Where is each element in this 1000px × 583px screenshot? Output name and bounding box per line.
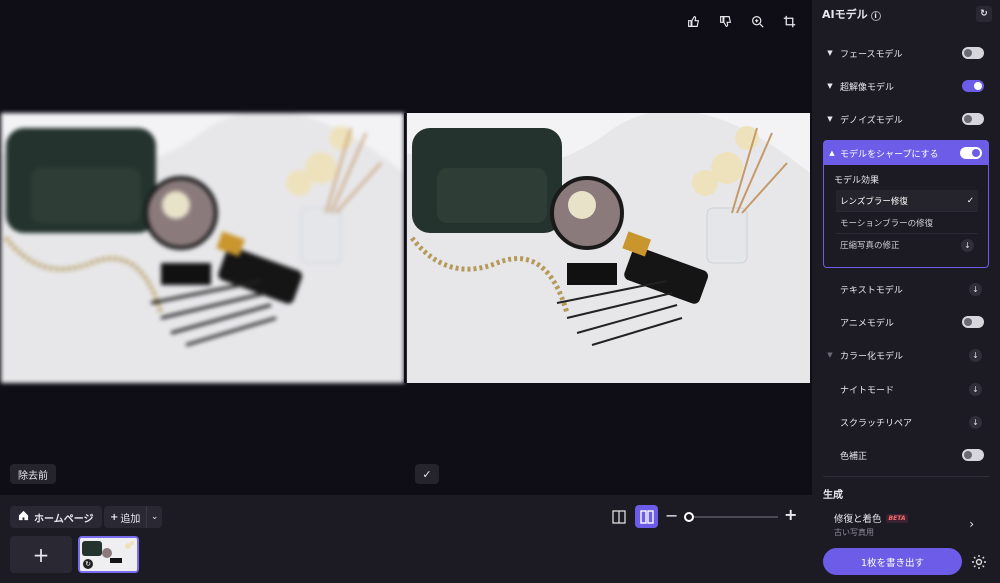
checkmark-icon: ✓	[966, 195, 974, 206]
model-row-color-correct[interactable]: 色補正	[812, 441, 1000, 469]
download-icon[interactable]: ↓	[969, 415, 982, 429]
add-main[interactable]: + 追加	[104, 506, 148, 528]
model-label: スクラッチリペア	[840, 418, 913, 429]
restore-colorize-subtitle: 古い写真用	[834, 528, 874, 537]
beta-badge: BETA	[885, 513, 909, 523]
caret-up-icon: ▲	[829, 149, 835, 157]
zoom-slider-handle[interactable]	[684, 512, 694, 522]
caret-down-icon: ▼	[827, 49, 833, 57]
model-label: ナイトモード	[840, 385, 895, 396]
generate-section-title: 生成	[823, 490, 843, 501]
compare-divider[interactable]	[404, 113, 406, 383]
reset-icon[interactable]: ↻	[976, 6, 992, 22]
panel-title: AIモデル	[822, 8, 868, 21]
model-label: カラー化モデル	[840, 351, 904, 362]
panel-header: AIモデル i ↻	[822, 4, 992, 24]
divider	[823, 476, 989, 477]
option-motion-blur[interactable]: モーションブラーの修復	[836, 212, 978, 234]
download-icon[interactable]: ↓	[969, 382, 982, 396]
model-label: フェースモデル	[840, 49, 903, 60]
add-label: 追加	[120, 513, 141, 525]
zoom-out-icon[interactable]: −	[665, 507, 678, 525]
model-label: デノイズモデル	[840, 115, 903, 126]
processing-icon: ↻	[83, 559, 93, 569]
export-button[interactable]: 1枚を書き出す	[823, 548, 962, 575]
add-button[interactable]: + 追加 ⌄	[104, 506, 162, 528]
home-icon	[18, 510, 29, 524]
home-button[interactable]: ホームページ	[10, 506, 102, 528]
option-label: 圧縮写真の修正	[840, 241, 900, 251]
add-image-tile[interactable]: +	[10, 536, 72, 573]
option-label: モーションブラーの修復	[840, 218, 934, 229]
after-image	[407, 113, 810, 383]
download-icon[interactable]: ↓	[969, 348, 982, 362]
bottom-bar: ホームページ + 追加 ⌄ + ↻ − +	[0, 495, 812, 583]
model-label: モデルをシャープにする	[840, 149, 939, 160]
chevron-down-icon[interactable]: ⌄	[147, 512, 162, 522]
model-row-anime[interactable]: アニメモデル	[812, 308, 1000, 336]
option-label: レンズブラー修復	[840, 196, 908, 207]
thumbs-down-icon[interactable]	[714, 10, 736, 32]
sharpen-model-header[interactable]: ▲ モデルをシャープにする	[824, 141, 988, 165]
preview-toolbar	[682, 10, 800, 32]
model-row-superres[interactable]: ▼ 超解像モデル	[812, 72, 1000, 100]
model-row-night[interactable]: ナイトモード ↓	[812, 375, 1000, 403]
denoise-model-toggle[interactable]	[962, 113, 984, 125]
sharpen-model-toggle[interactable]	[960, 147, 982, 159]
zoom-slider[interactable]	[688, 516, 778, 518]
before-image	[1, 113, 404, 383]
split-view-icon[interactable]	[635, 505, 658, 528]
model-label: アニメモデル	[840, 318, 894, 329]
color-correct-toggle[interactable]	[962, 449, 984, 461]
plus-icon: +	[32, 542, 50, 567]
model-effect-label: モデル効果	[834, 176, 880, 186]
superres-model-toggle[interactable]	[962, 80, 984, 92]
restore-colorize-item[interactable]: 修復と着色 BETA 古い写真用 ›	[834, 511, 980, 541]
model-row-denoise[interactable]: ▼ デノイズモデル	[812, 105, 1000, 133]
single-view-icon[interactable]	[610, 508, 628, 526]
before-label: 除去前	[10, 464, 56, 484]
download-icon[interactable]: ↓	[969, 282, 982, 296]
zoom-in-icon[interactable]	[746, 10, 768, 32]
plus-icon: +	[110, 511, 119, 523]
sharpen-model-section: ▲ モデルをシャープにする モデル効果 レンズブラー修復 ✓ モーションブラーの…	[823, 140, 989, 268]
model-label: テキストモデル	[840, 285, 903, 296]
zoom-in-button[interactable]: +	[784, 506, 797, 524]
option-compressed-photo[interactable]: 圧縮写真の修正 ↓	[836, 234, 978, 256]
gear-icon[interactable]	[968, 551, 990, 573]
restore-colorize-label: 修復と着色	[834, 514, 882, 525]
thumbs-up-icon[interactable]	[682, 10, 704, 32]
anime-model-toggle[interactable]	[962, 316, 984, 328]
model-row-scratch[interactable]: スクラッチリペア ↓	[812, 408, 1000, 436]
model-row-face[interactable]: ▼ フェースモデル	[812, 39, 1000, 67]
model-label: 色補正	[840, 451, 868, 462]
apply-check-button[interactable]: ✓	[415, 464, 439, 484]
image-thumbnail[interactable]: ↻	[78, 536, 139, 573]
download-icon[interactable]: ↓	[961, 238, 974, 252]
home-label: ホームページ	[34, 513, 94, 525]
caret-down-icon: ▼	[827, 115, 833, 123]
info-icon[interactable]: i	[870, 11, 881, 21]
preview-area: 除去前 ✓	[0, 0, 812, 495]
model-label: 超解像モデル	[840, 82, 895, 93]
model-row-colorize[interactable]: ▼ カラー化モデル ↓	[812, 341, 1000, 369]
model-row-text[interactable]: テキストモデル ↓	[812, 275, 1000, 303]
face-model-toggle[interactable]	[962, 47, 984, 59]
crop-icon[interactable]	[778, 10, 800, 32]
chevron-right-icon: ›	[969, 517, 974, 531]
caret-down-icon: ▼	[827, 82, 833, 90]
check-icon: ✓	[422, 467, 432, 481]
caret-down-icon: ▼	[827, 351, 833, 359]
option-lens-blur[interactable]: レンズブラー修復 ✓	[836, 190, 978, 212]
